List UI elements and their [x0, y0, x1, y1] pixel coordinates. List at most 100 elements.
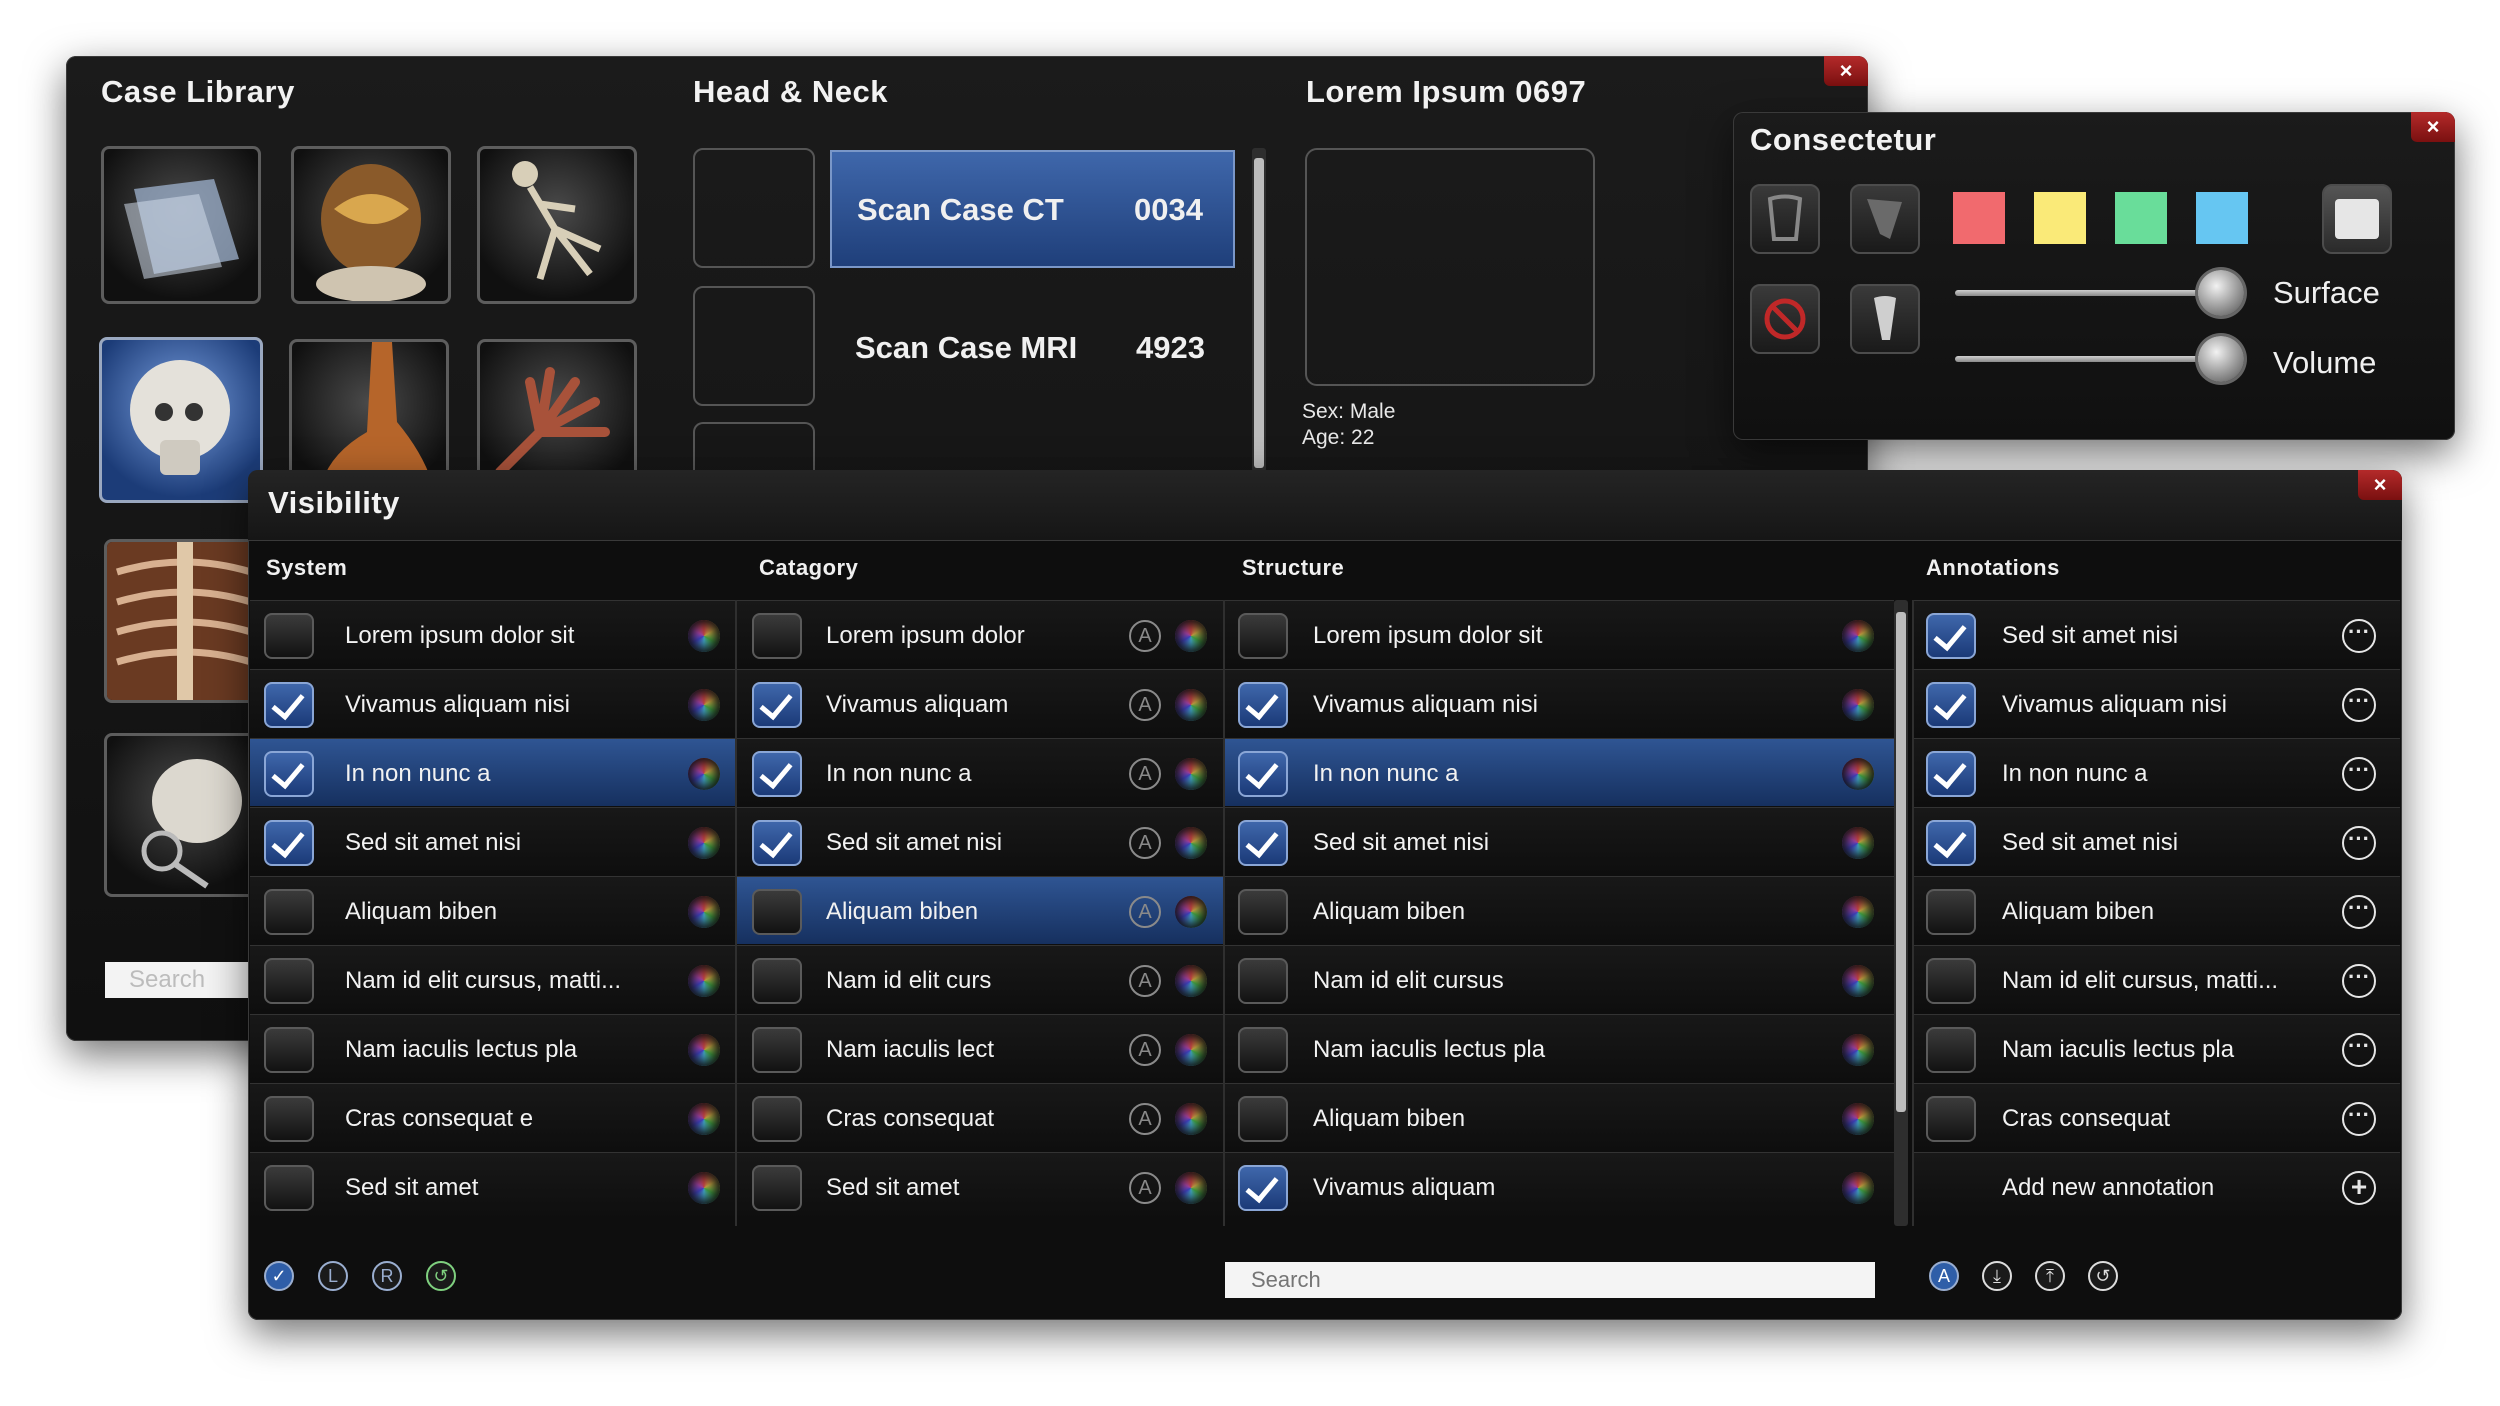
- system-row[interactable]: Nam iaculis lectus pla: [250, 1014, 735, 1082]
- color-wheel-icon[interactable]: [1175, 1172, 1207, 1204]
- more-options-icon[interactable]: ···: [2342, 757, 2376, 791]
- visibility-checkbox[interactable]: [264, 682, 314, 728]
- surface-slider-knob[interactable]: [2198, 270, 2244, 316]
- thumbnail-skeleton[interactable]: [477, 146, 637, 304]
- visibility-checkbox[interactable]: [752, 1096, 802, 1142]
- visibility-checkbox[interactable]: [1926, 820, 1976, 866]
- visibility-checkbox[interactable]: [1926, 889, 1976, 935]
- tool-color-picker[interactable]: [2322, 184, 2392, 254]
- more-options-icon[interactable]: ···: [2342, 895, 2376, 929]
- color-wheel-icon[interactable]: [1842, 827, 1874, 859]
- visibility-checkbox[interactable]: [1238, 820, 1288, 866]
- system-row[interactable]: Cras consequat e: [250, 1083, 735, 1151]
- tool-humerus[interactable]: [1850, 284, 1920, 354]
- structure-row[interactable]: Vivamus aliquam nisi: [1225, 669, 1894, 737]
- category-row[interactable]: Cras consequat A: [737, 1083, 1223, 1151]
- color-wheel-icon[interactable]: [1842, 620, 1874, 652]
- visibility-checkbox[interactable]: [1926, 1027, 1976, 1073]
- annotation-badge-icon[interactable]: A: [1129, 1172, 1161, 1204]
- visibility-checkbox[interactable]: [752, 751, 802, 797]
- color-wheel-icon[interactable]: [688, 827, 720, 859]
- color-swatch-blue[interactable]: [2196, 192, 2248, 244]
- category-row[interactable]: Sed sit amet A: [737, 1152, 1223, 1220]
- color-wheel-icon[interactable]: [688, 689, 720, 721]
- more-options-icon[interactable]: ···: [2342, 826, 2376, 860]
- category-row[interactable]: In non nunc a A: [737, 738, 1223, 806]
- annotations-row[interactable]: Aliquam biben ···: [1914, 876, 2400, 944]
- color-swatch-yellow[interactable]: [2034, 192, 2086, 244]
- tool-shoulder-bone[interactable]: [1750, 184, 1820, 254]
- annotation-badge-icon[interactable]: A: [1129, 620, 1161, 652]
- download-icon[interactable]: ⤓: [1982, 1261, 2012, 1291]
- color-wheel-icon[interactable]: [1175, 1103, 1207, 1135]
- add-annotation-row[interactable]: Add new annotation +: [1914, 1152, 2400, 1220]
- left-l-icon[interactable]: L: [318, 1261, 348, 1291]
- visibility-checkbox[interactable]: [1926, 613, 1976, 659]
- visibility-checkbox[interactable]: [752, 820, 802, 866]
- visibility-checkbox[interactable]: [1238, 889, 1288, 935]
- annotation-a-icon[interactable]: A: [1929, 1261, 1959, 1291]
- volume-slider-track[interactable]: [1955, 356, 2225, 362]
- structure-row[interactable]: Lorem ipsum dolor sit: [1225, 600, 1894, 668]
- surface-slider-track[interactable]: [1955, 290, 2225, 296]
- head-neck-slot[interactable]: [693, 422, 815, 472]
- annotations-row[interactable]: Nam id elit cursus, matti... ···: [1914, 945, 2400, 1013]
- color-wheel-icon[interactable]: [688, 965, 720, 997]
- visibility-checkbox[interactable]: [1238, 1096, 1288, 1142]
- visibility-checkbox[interactable]: [1926, 1096, 1976, 1142]
- visibility-checkbox[interactable]: [1238, 613, 1288, 659]
- right-r-icon[interactable]: R: [372, 1261, 402, 1291]
- visibility-checkbox[interactable]: [1238, 751, 1288, 797]
- annotation-badge-icon[interactable]: A: [1129, 965, 1161, 997]
- structure-scroll-thumb[interactable]: [1896, 612, 1906, 1112]
- annotations-row[interactable]: In non nunc a ···: [1914, 738, 2400, 806]
- visibility-checkbox[interactable]: [264, 889, 314, 935]
- structure-row[interactable]: Nam iaculis lectus pla: [1225, 1014, 1894, 1082]
- structure-row[interactable]: Aliquam biben: [1225, 876, 1894, 944]
- visibility-checkbox[interactable]: [264, 1027, 314, 1073]
- system-row[interactable]: Vivamus aliquam nisi: [250, 669, 735, 737]
- thumbnail-abdomen[interactable]: [291, 146, 451, 304]
- visibility-checkbox[interactable]: [752, 958, 802, 1004]
- tool-scapula[interactable]: [1850, 184, 1920, 254]
- color-wheel-icon[interactable]: [1175, 965, 1207, 997]
- color-swatch-green[interactable]: [2115, 192, 2167, 244]
- visibility-checkbox[interactable]: [1926, 682, 1976, 728]
- color-wheel-icon[interactable]: [1175, 1034, 1207, 1066]
- reset-icon[interactable]: ↺: [2088, 1261, 2118, 1291]
- annotation-badge-icon[interactable]: A: [1129, 1034, 1161, 1066]
- visibility-checkbox[interactable]: [1238, 682, 1288, 728]
- head-neck-slot[interactable]: [693, 286, 815, 406]
- visibility-checkbox[interactable]: [1926, 751, 1976, 797]
- visibility-checkbox[interactable]: [264, 1165, 314, 1211]
- category-row[interactable]: Lorem ipsum dolor A: [737, 600, 1223, 668]
- visibility-checkbox[interactable]: [752, 1027, 802, 1073]
- structure-row[interactable]: Sed sit amet nisi: [1225, 807, 1894, 875]
- category-row[interactable]: Sed sit amet nisi A: [737, 807, 1223, 875]
- case-row-mri[interactable]: Scan Case MRI 4923: [830, 290, 1235, 408]
- thumbnail-skull-magnifier[interactable]: [104, 733, 264, 897]
- visibility-checkbox[interactable]: [1926, 958, 1976, 1004]
- color-wheel-icon[interactable]: [688, 1103, 720, 1135]
- head-neck-slot[interactable]: [693, 148, 815, 268]
- visibility-checkbox[interactable]: [264, 751, 314, 797]
- thumbnail-skull[interactable]: [99, 337, 263, 503]
- color-wheel-icon[interactable]: [1175, 758, 1207, 790]
- color-wheel-icon[interactable]: [688, 1172, 720, 1204]
- case-library-search-input[interactable]: Search: [105, 962, 265, 998]
- thumbnail-ribcage[interactable]: [104, 539, 264, 703]
- color-wheel-icon[interactable]: [688, 620, 720, 652]
- visibility-checkbox[interactable]: [1238, 958, 1288, 1004]
- visibility-checkbox[interactable]: [752, 889, 802, 935]
- more-options-icon[interactable]: ···: [2342, 619, 2376, 653]
- color-wheel-icon[interactable]: [688, 758, 720, 790]
- visibility-checkbox[interactable]: [752, 613, 802, 659]
- visibility-checkbox[interactable]: [1238, 1027, 1288, 1073]
- more-options-icon[interactable]: ···: [2342, 1102, 2376, 1136]
- color-wheel-icon[interactable]: [1175, 896, 1207, 928]
- color-wheel-icon[interactable]: [1842, 1172, 1874, 1204]
- visibility-checkbox[interactable]: [1238, 1165, 1288, 1211]
- annotations-row[interactable]: Nam iaculis lectus pla ···: [1914, 1014, 2400, 1082]
- annotation-badge-icon[interactable]: A: [1129, 689, 1161, 721]
- annotations-row[interactable]: Sed sit amet nisi ···: [1914, 807, 2400, 875]
